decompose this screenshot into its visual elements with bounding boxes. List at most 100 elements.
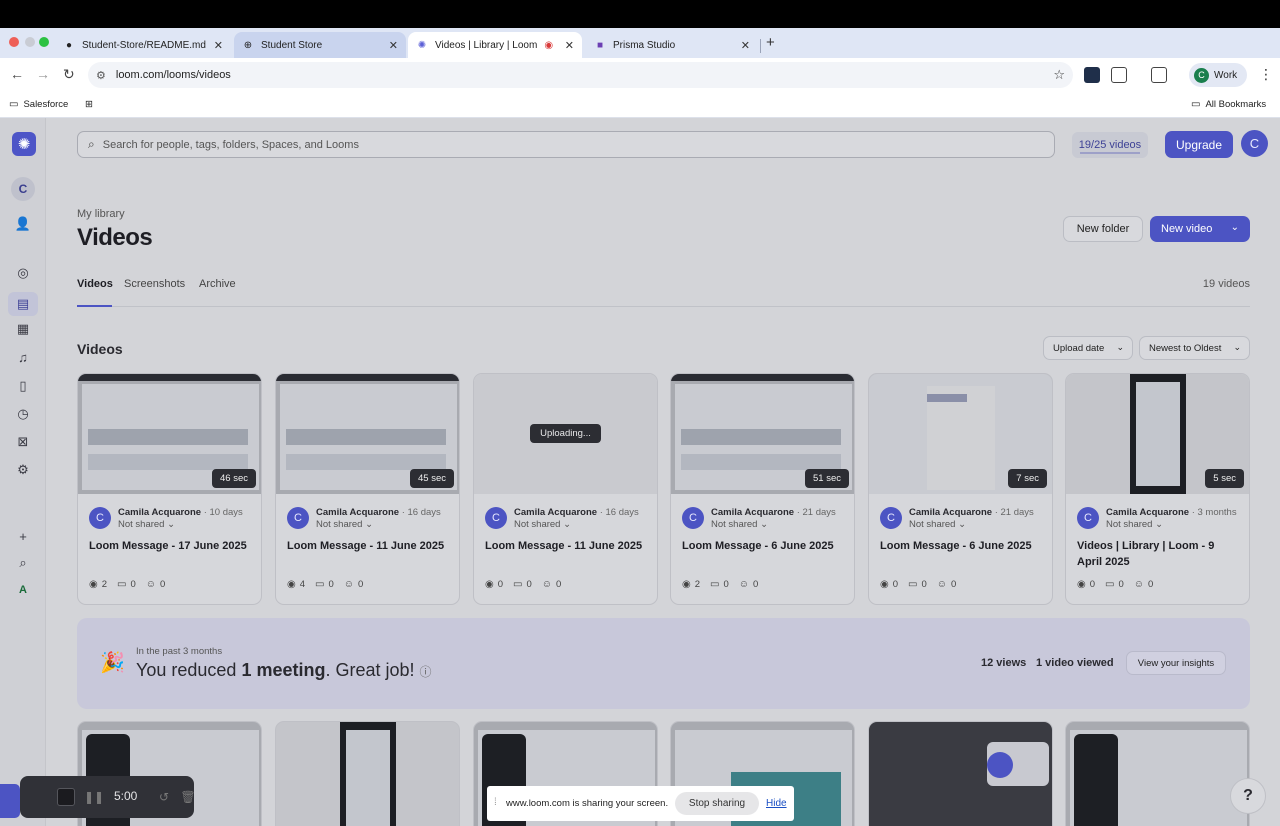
bookmark-star-icon[interactable]: ☆ <box>1053 67 1065 83</box>
tab-archive[interactable]: Archive <box>199 278 236 290</box>
video-card[interactable]: Uploading... C Camila Acquarone · 16 day… <box>473 373 658 605</box>
close-icon[interactable]: ✕ <box>741 39 750 52</box>
loom-page: ✺ C 👤 ◎ ▤ ▦ ♫ ▯ ◷ ⊠ ⚙ + ⌕ A ⌕ 19/25 vide… <box>0 118 1280 826</box>
bookmark-icon[interactable]: ▯ <box>14 377 32 395</box>
reactions-stat: ☺ 0 <box>343 579 364 590</box>
breadcrumb[interactable]: My library <box>77 208 125 220</box>
workspace-avatar[interactable]: C <box>11 177 35 201</box>
video-title[interactable]: Loom Message - 11 June 2025 <box>485 538 650 554</box>
all-bookmarks[interactable]: ▭ All Bookmarks <box>1191 99 1266 110</box>
extensions-puzzle-icon[interactable] <box>1111 67 1127 83</box>
video-card[interactable]: 7 sec C Camila Acquarone · 21 days Not s… <box>868 373 1053 605</box>
share-status-dropdown[interactable]: Not shared ⌄ <box>316 519 373 530</box>
view-insights-button[interactable]: View your insights <box>1126 651 1226 675</box>
owner-name: Camila Acquarone · 16 days <box>316 507 441 518</box>
comments-stat: ▭ 0 <box>315 579 334 590</box>
address-bar[interactable]: ⚙ loom.com/looms/videos ☆ <box>88 62 1073 88</box>
cast-icon[interactable] <box>1151 67 1167 83</box>
extension-react-icon[interactable] <box>1084 67 1100 83</box>
trash-icon[interactable]: 🗑 <box>179 788 197 806</box>
loom-logo-icon[interactable]: ✺ <box>12 132 36 156</box>
window-close-button[interactable] <box>9 37 19 47</box>
invite-user-icon[interactable]: 👤 <box>14 215 32 233</box>
profile-icon[interactable]: ◎ <box>14 264 32 282</box>
window-minimize-button[interactable] <box>25 37 35 47</box>
upgrade-button[interactable]: Upgrade <box>1165 131 1233 158</box>
video-title[interactable]: Loom Message - 11 June 2025 <box>287 538 452 554</box>
video-card[interactable]: 51 sec C Camila Acquarone · 21 days Not … <box>670 373 855 605</box>
close-icon[interactable]: ✕ <box>214 39 223 52</box>
video-thumbnail[interactable]: 51 sec <box>671 374 854 494</box>
browser-menu-icon[interactable]: ⋮ <box>1259 66 1273 83</box>
back-icon[interactable]: ← <box>10 66 24 82</box>
bookmark-salesforce[interactable]: ▭ Salesforce <box>9 99 68 110</box>
recorder-handle[interactable] <box>0 784 20 818</box>
clock-icon[interactable]: ◷ <box>14 405 32 423</box>
drag-handle-icon[interactable]: ⁞ <box>494 797 497 808</box>
stop-recording-button[interactable] <box>57 788 75 806</box>
tab-screenshots[interactable]: Screenshots <box>124 278 185 290</box>
library-icon[interactable]: ▤ <box>14 295 32 313</box>
app-badge[interactable]: A <box>14 581 32 599</box>
tab-videos[interactable]: Videos <box>77 278 113 290</box>
sort-by-dropdown[interactable]: Upload date ⌄ <box>1043 336 1133 360</box>
video-card[interactable] <box>868 721 1053 826</box>
help-button[interactable]: ? <box>1230 778 1266 814</box>
video-title[interactable]: Loom Message - 17 June 2025 <box>89 538 254 554</box>
comment-icon: ▭ <box>117 579 127 590</box>
video-stats: ◉ 4 ▭ 0 ☺ 0 <box>287 579 363 590</box>
video-title[interactable]: Loom Message - 6 June 2025 <box>880 538 1045 554</box>
search-input[interactable] <box>102 138 1003 151</box>
settings-icon[interactable]: ⚙ <box>14 461 32 479</box>
avatar: C <box>89 507 111 529</box>
new-tab-button[interactable]: + <box>766 34 775 51</box>
browser-tab-loom[interactable]: ✺ Videos | Library | Loom ◉ ✕ <box>408 32 582 58</box>
add-icon[interactable]: + <box>14 527 32 545</box>
new-video-button[interactable]: New video ⌄ <box>1150 216 1250 242</box>
user-avatar[interactable]: C <box>1241 130 1268 157</box>
browser-tab-prisma[interactable]: ■ Prisma Studio ✕ <box>586 32 758 58</box>
video-card[interactable] <box>1065 721 1250 826</box>
search-bar[interactable]: ⌕ <box>77 131 1055 158</box>
search-icon[interactable]: ⌕ <box>14 554 32 572</box>
browser-tab-readme[interactable]: ● Student-Store/README.md a ✕ <box>55 32 231 58</box>
new-folder-button[interactable]: New folder <box>1063 216 1143 242</box>
calendar-icon[interactable]: ▦ <box>14 320 32 338</box>
stop-sharing-button[interactable]: Stop sharing <box>675 792 759 815</box>
close-icon[interactable]: ✕ <box>565 39 574 52</box>
url-text: loom.com/looms/videos <box>115 69 231 81</box>
apps-grid-icon[interactable]: ⊞ <box>85 99 93 110</box>
video-thumbnail[interactable]: Uploading... <box>474 374 657 494</box>
video-card[interactable]: 46 sec C Camila Acquarone · 10 days Not … <box>77 373 262 605</box>
video-thumbnail[interactable]: 5 sec <box>1066 374 1249 494</box>
close-icon[interactable]: ✕ <box>389 39 398 52</box>
video-title[interactable]: Videos | Library | Loom - 9 April 2025 <box>1077 538 1242 570</box>
share-status-dropdown[interactable]: Not shared ⌄ <box>711 519 768 530</box>
share-status-dropdown[interactable]: Not shared ⌄ <box>909 519 966 530</box>
info-icon[interactable]: ⓘ <box>420 665 432 679</box>
video-thumbnail[interactable]: 7 sec <box>869 374 1052 494</box>
gift-icon[interactable]: ⊠ <box>14 433 32 451</box>
site-settings-icon[interactable]: ⚙ <box>96 69 106 82</box>
video-title[interactable]: Loom Message - 6 June 2025 <box>682 538 847 554</box>
video-quota[interactable]: 19/25 videos <box>1072 132 1148 158</box>
sort-order-dropdown[interactable]: Newest to Oldest ⌄ <box>1139 336 1250 360</box>
video-card[interactable]: 45 sec C Camila Acquarone · 16 days Not … <box>275 373 460 605</box>
hide-link[interactable]: Hide <box>766 798 787 809</box>
window-zoom-button[interactable] <box>39 37 49 47</box>
reload-icon[interactable]: ↻ <box>63 66 75 83</box>
views-stat: ◉ 0 <box>1077 579 1096 590</box>
forward-icon[interactable]: → <box>36 66 50 82</box>
share-status-dropdown[interactable]: Not shared ⌄ <box>1106 519 1163 530</box>
video-card[interactable] <box>275 721 460 826</box>
browser-tab-student-store[interactable]: ⊕ Student Store ✕ <box>234 32 406 58</box>
video-thumbnail[interactable]: 46 sec <box>78 374 261 494</box>
video-thumbnail[interactable]: 45 sec <box>276 374 459 494</box>
share-status-dropdown[interactable]: Not shared ⌄ <box>514 519 571 530</box>
restart-icon[interactable]: ↺ <box>155 788 173 806</box>
profile-button[interactable]: C Work <box>1189 63 1247 87</box>
pause-icon[interactable]: ❚❚ <box>84 788 104 806</box>
share-status-dropdown[interactable]: Not shared ⌄ <box>118 519 175 530</box>
video-card[interactable]: 5 sec C Camila Acquarone · 3 months Not … <box>1065 373 1250 605</box>
bell-icon[interactable]: ♫ <box>14 348 32 366</box>
